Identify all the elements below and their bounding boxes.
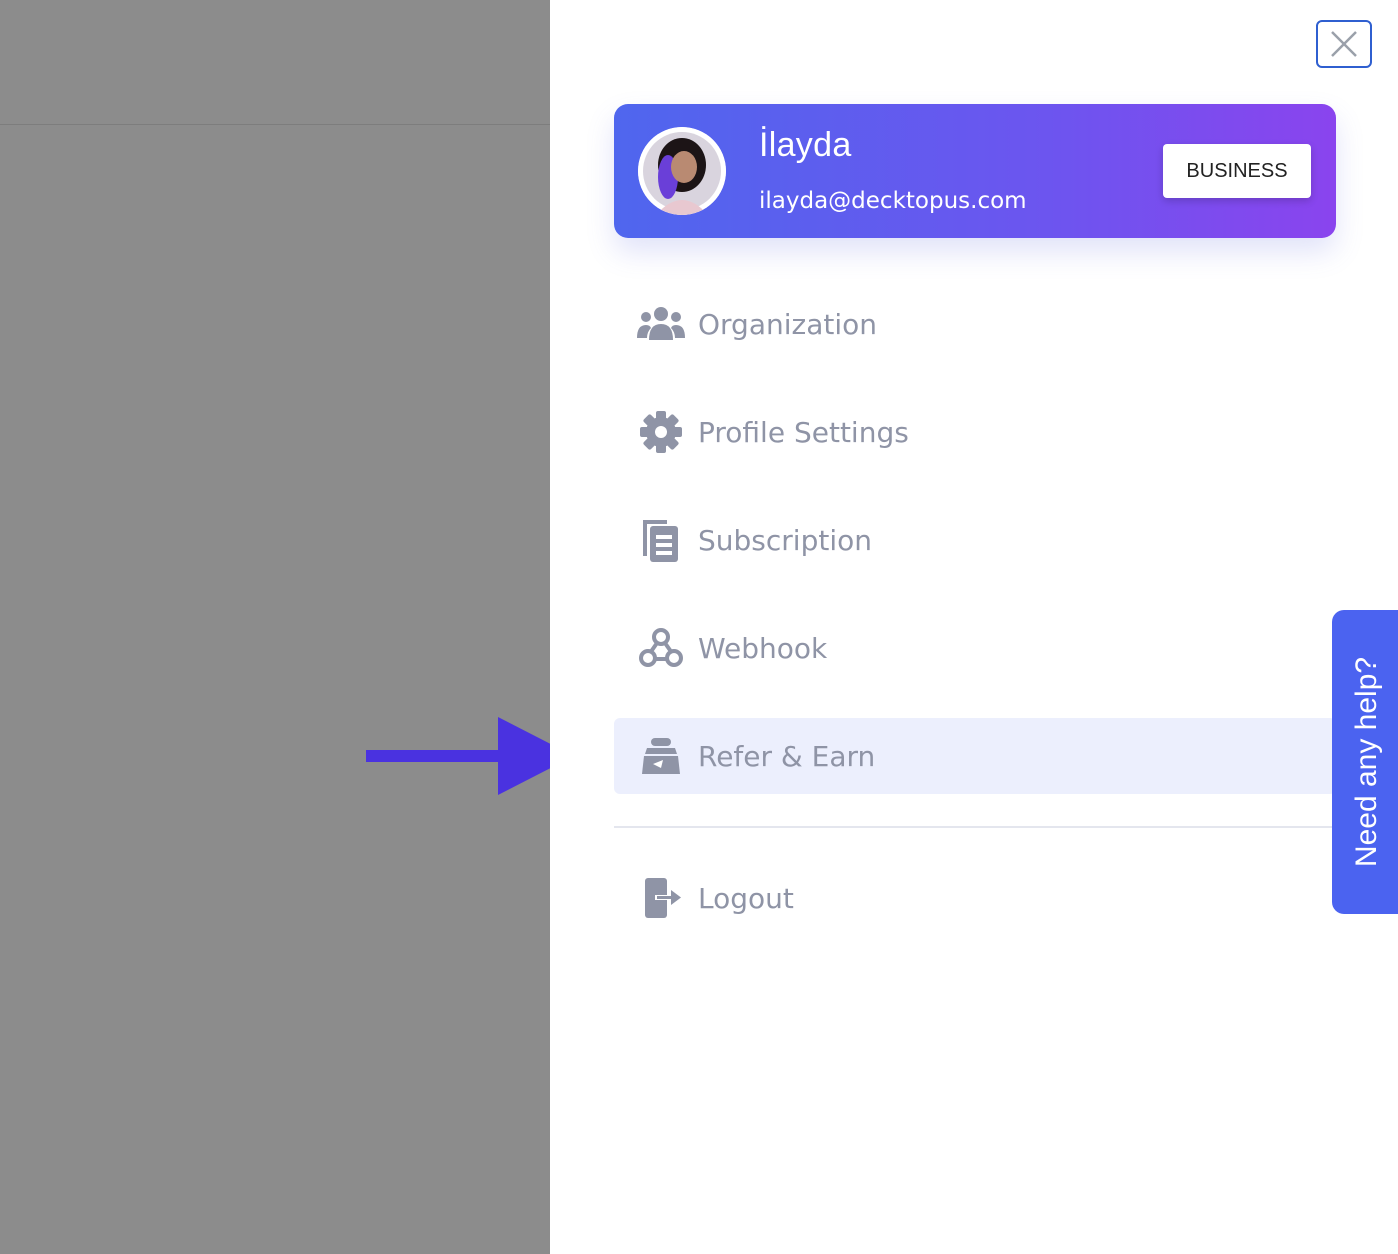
backdrop-overlay[interactable] bbox=[0, 0, 550, 1254]
menu-item-refer-earn[interactable]: Refer & Earn bbox=[614, 718, 1336, 794]
menu-item-profile-settings[interactable]: Profile Settings bbox=[614, 394, 1336, 470]
help-tab-button[interactable]: Need any help? bbox=[1332, 610, 1398, 914]
webhook-icon bbox=[636, 623, 686, 673]
menu-item-webhook[interactable]: Webhook bbox=[614, 610, 1336, 686]
document-copy-icon bbox=[636, 515, 686, 565]
menu-item-logout[interactable]: Logout bbox=[614, 860, 1336, 936]
gift-bag-icon bbox=[636, 731, 686, 781]
header-divider bbox=[0, 124, 550, 125]
menu-divider bbox=[614, 826, 1336, 828]
close-icon bbox=[1331, 31, 1357, 57]
close-button[interactable] bbox=[1316, 20, 1372, 68]
user-photo bbox=[638, 127, 726, 215]
menu-item-label: Webhook bbox=[698, 631, 828, 665]
users-group-icon bbox=[636, 299, 686, 349]
menu-item-subscription[interactable]: Subscription bbox=[614, 502, 1336, 578]
menu-item-label: Profile Settings bbox=[698, 415, 909, 449]
menu-item-organization[interactable]: Organization bbox=[614, 286, 1336, 362]
gear-icon bbox=[636, 407, 686, 457]
logout-icon bbox=[636, 873, 686, 923]
menu-item-label: Logout bbox=[698, 881, 794, 915]
menu-item-label: Subscription bbox=[698, 523, 872, 557]
user-name: İlayda bbox=[759, 126, 852, 164]
help-tab-label: Need any help? bbox=[1350, 656, 1384, 868]
menu-item-label: Refer & Earn bbox=[698, 739, 876, 773]
account-side-panel: İlayda ilayda@decktopus.com BUSINESS Org… bbox=[550, 0, 1398, 1254]
plan-badge-button[interactable]: BUSINESS bbox=[1163, 144, 1311, 198]
avatar[interactable] bbox=[638, 127, 726, 215]
menu-item-label: Organization bbox=[698, 307, 878, 341]
profile-card: İlayda ilayda@decktopus.com BUSINESS bbox=[614, 104, 1336, 238]
user-email: ilayda@decktopus.com bbox=[759, 188, 1027, 214]
pointer-arrow-icon bbox=[366, 717, 574, 795]
